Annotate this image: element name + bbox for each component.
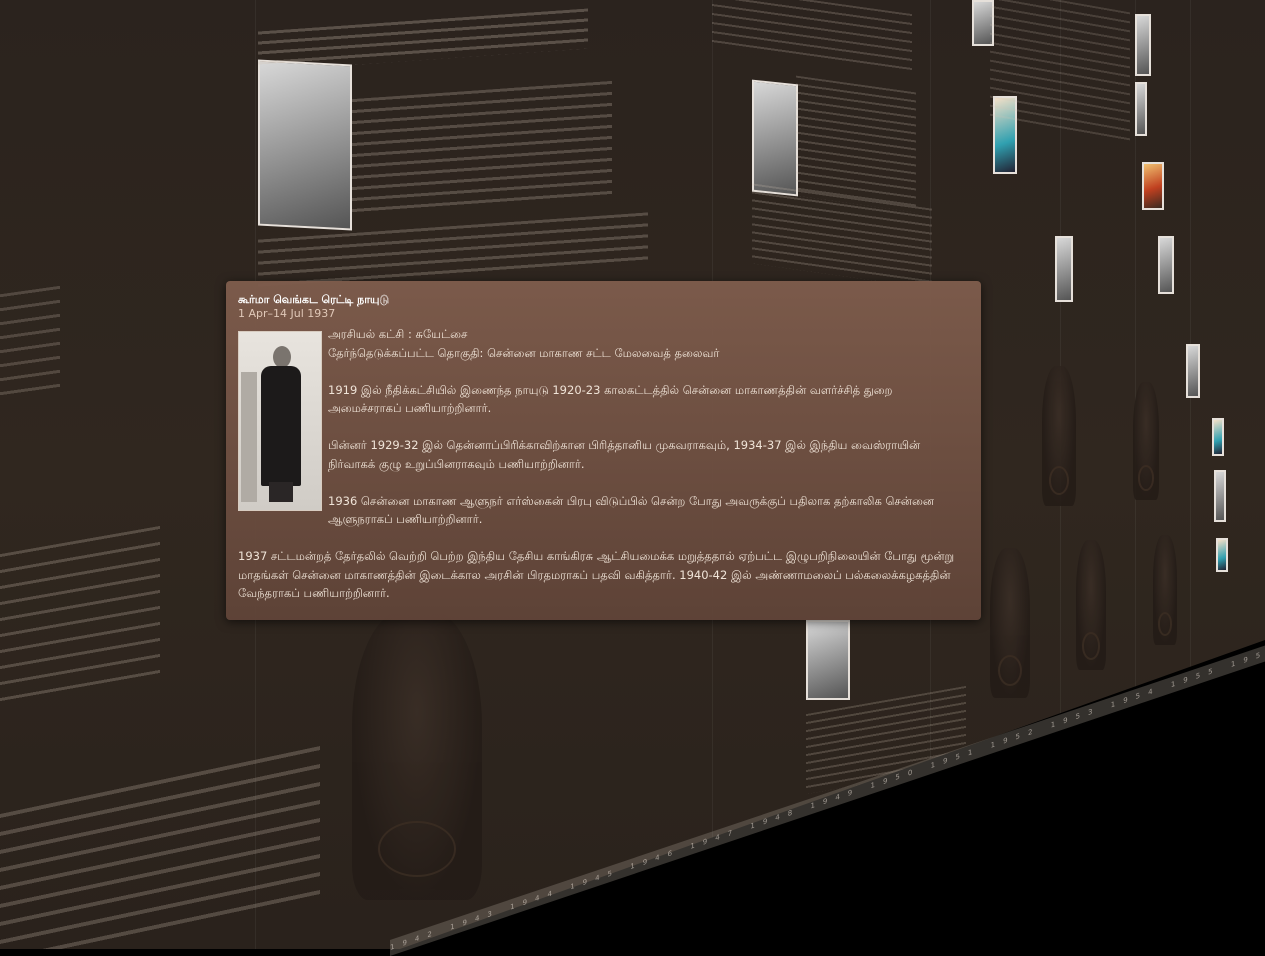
- portrait-thumbnail[interactable]: [1055, 236, 1073, 302]
- entry-text-block: [990, 0, 1130, 143]
- party-line: அரசியல் கட்சி : சுயேட்சை: [328, 327, 468, 341]
- bio-paragraph: பின்னர் 1929-32 இல் தென்னாப்பிரிக்காவிற்…: [328, 438, 921, 471]
- bio-paragraph: 1937 சட்டமன்றத் தேர்தலில் வெற்றி பெற்ற இ…: [238, 549, 955, 600]
- emblem-icon: [1076, 540, 1106, 670]
- constituency-line: தேர்ந்தெடுக்கப்பட்ட தொகுதி: சென்னை மாகாண…: [328, 345, 720, 360]
- emblem-icon: [990, 548, 1030, 698]
- portrait-thumbnail[interactable]: [1158, 236, 1174, 294]
- portrait-thumbnail[interactable]: [1186, 344, 1200, 398]
- portrait-coat: [261, 366, 301, 486]
- portrait-thumbnail[interactable]: [1216, 538, 1228, 572]
- portrait-thumbnail[interactable]: [1214, 470, 1226, 522]
- emblem-icon: [1153, 535, 1177, 645]
- bio-paragraph: 1936 சென்னை மாகாண ஆளுநர் எர்ஸ்கைன் பிரபு…: [328, 493, 934, 527]
- emblem-icon: [1042, 366, 1076, 506]
- portrait-image: [238, 331, 322, 511]
- entry-text-block: [0, 745, 320, 949]
- portrait-thumbnail[interactable]: [1135, 14, 1151, 76]
- entry-text-block: [0, 525, 160, 705]
- portrait-thumbnail[interactable]: [1212, 418, 1224, 456]
- portrait-head: [273, 346, 291, 368]
- popup-body: அரசியல் கட்சி : சுயேட்சை தேர்ந்தெடுக்கப்…: [238, 325, 969, 603]
- entry-text-block: [258, 8, 588, 72]
- emblem-icon: [352, 610, 482, 900]
- entry-text-block: [712, 0, 912, 75]
- portrait-thumbnail[interactable]: [806, 620, 850, 700]
- grid-line: [1190, 0, 1191, 949]
- entry-detail-popup[interactable]: கூர்மா வெங்கட ரெட்டி நாயுடு 1 Apr–14 Jul…: [226, 281, 981, 620]
- portrait-curtain: [241, 372, 257, 502]
- entry-text-block: [0, 285, 60, 405]
- popup-title: கூர்மா வெங்கட ரெட்டி நாயுடு: [238, 293, 390, 306]
- entry-text-block: [352, 80, 612, 220]
- bio-paragraph: 1919 இல் நீதிக்கட்சியில் இணைந்த நாயுடு 1…: [328, 382, 893, 416]
- portrait-thumbnail[interactable]: [258, 59, 352, 231]
- popup-date: 1 Apr–14 Jul 1937: [238, 307, 336, 320]
- emblem-icon: [1133, 382, 1159, 500]
- portrait-thumbnail[interactable]: [1135, 82, 1147, 136]
- portrait-thumbnail[interactable]: [752, 79, 798, 197]
- portrait-legs: [269, 482, 293, 502]
- portrait-thumbnail[interactable]: [1142, 162, 1164, 210]
